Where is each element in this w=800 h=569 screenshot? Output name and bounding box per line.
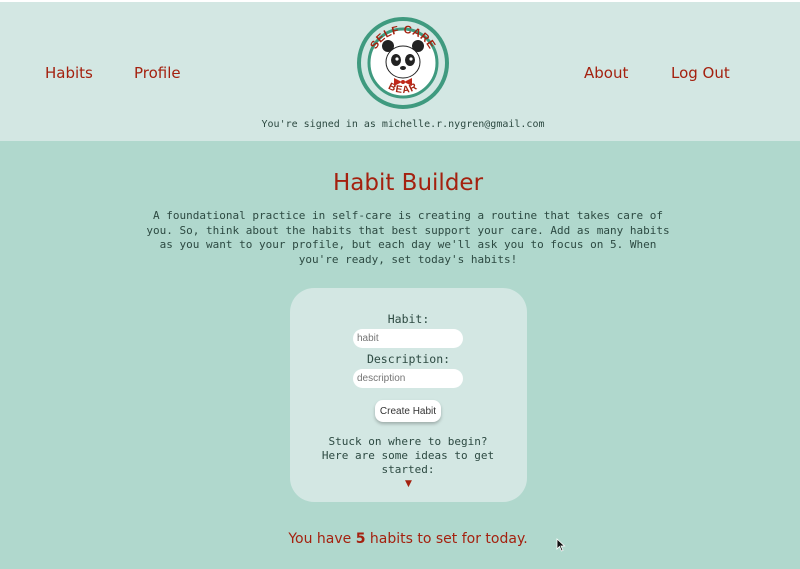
mouse-cursor-icon [556, 538, 566, 552]
create-habit-button[interactable]: Create Habit [375, 400, 441, 422]
expand-ideas-icon[interactable]: ▼ [290, 479, 527, 489]
description-input[interactable] [353, 369, 463, 388]
habit-count-prefix: You have [288, 531, 356, 547]
habit-count-suffix: habits to set for today. [365, 531, 528, 547]
signed-in-status: You're signed in as michelle.r.nygren@gm… [261, 119, 545, 130]
habit-form-card: Habit: Description: Create Habit Stuck o… [290, 288, 527, 502]
nav-link-habits[interactable]: Habits [45, 64, 93, 82]
habit-input[interactable] [353, 329, 463, 348]
self-care-bear-logo[interactable]: SELF CARE BEAR [356, 16, 450, 110]
habit-label: Habit: [387, 312, 430, 326]
nav-link-logout[interactable]: Log Out [671, 64, 730, 82]
nav-link-about[interactable]: About [584, 64, 628, 82]
header: Habits Profile SELF CARE BEAR About Log … [0, 0, 800, 141]
habit-count-number: 5 [355, 531, 366, 547]
page-title: Habit Builder [332, 170, 484, 196]
habit-count-status: You have 5 habits to set for today. [0, 531, 800, 547]
habit-ideas-prompt: Stuck on where to begin? Here are some i… [321, 435, 495, 476]
nav-link-profile[interactable]: Profile [134, 64, 181, 82]
description-label: Description: [366, 352, 451, 366]
intro-text: A foundational practice in self-care is … [146, 209, 670, 266]
